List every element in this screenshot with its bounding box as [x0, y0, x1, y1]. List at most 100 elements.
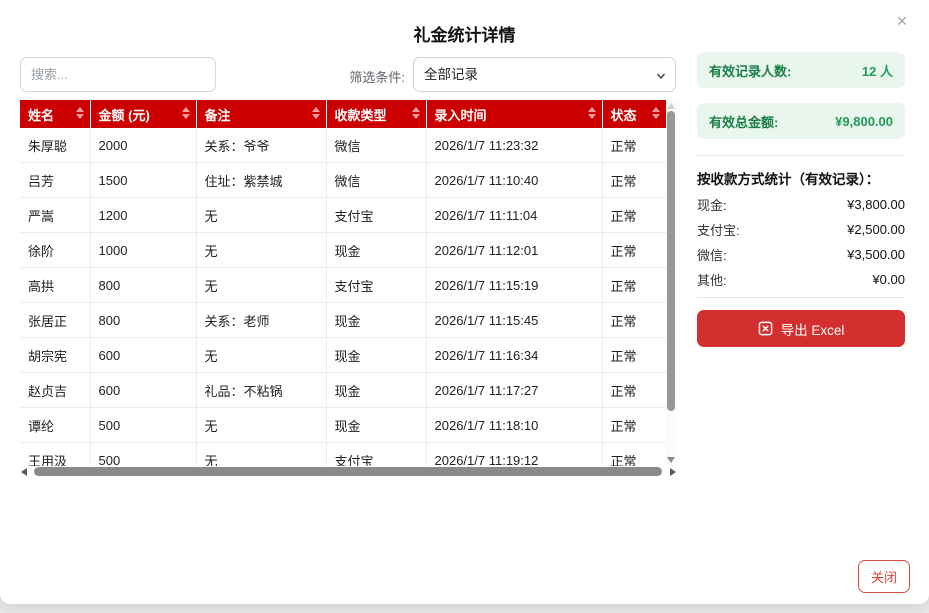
header-name[interactable]: 姓名: [20, 100, 90, 128]
sort-icon: [76, 107, 84, 119]
header-note[interactable]: 备注: [196, 100, 326, 128]
cell-entry-time: 2026/1/7 11:16:34: [426, 338, 602, 373]
filter-select[interactable]: 全部记录: [413, 57, 676, 92]
scroll-left-icon[interactable]: [21, 468, 27, 476]
cell-amount: 500: [90, 408, 196, 443]
header-pay-type[interactable]: 收款类型: [326, 100, 426, 128]
cell-status: 正常: [602, 408, 666, 443]
excel-file-icon: [758, 321, 773, 336]
cell-status: 正常: [602, 303, 666, 338]
header-label: 录入时间: [435, 108, 487, 123]
vertical-scrollbar[interactable]: [666, 100, 677, 466]
valid-total-box: 有效总金额: ¥9,800.00: [697, 103, 905, 139]
cell-note: 无: [196, 408, 326, 443]
table-row: 谭纶 500 无 现金 2026/1/7 11:18:10 正常: [20, 408, 666, 443]
valid-count-value: 12 人: [862, 61, 893, 80]
cell-name: 朱厚聪: [20, 128, 90, 163]
cell-note: 关系：爷爷: [196, 128, 326, 163]
header-label: 姓名: [28, 108, 54, 123]
table-row: 吕芳 1500 住址：紫禁城 微信 2026/1/7 11:10:40 正常: [20, 163, 666, 198]
header-label: 金额 (元): [99, 108, 150, 123]
filter-label: 筛选条件:: [343, 67, 405, 86]
method-row-other: 其他: ¥0.00: [697, 267, 905, 292]
cell-amount: 600: [90, 338, 196, 373]
cell-status: 正常: [602, 163, 666, 198]
cell-name: 胡宗宪: [20, 338, 90, 373]
valid-total-value: ¥9,800.00: [835, 114, 893, 129]
divider: [697, 297, 905, 298]
method-value: ¥0.00: [872, 272, 905, 287]
cell-amount: 1200: [90, 198, 196, 233]
cell-name: 严嵩: [20, 198, 90, 233]
header-entry-time[interactable]: 录入时间: [426, 100, 602, 128]
valid-total-label: 有效总金额:: [709, 112, 778, 131]
horizontal-scrollbar-thumb[interactable]: [34, 467, 662, 476]
method-value: ¥3,500.00: [847, 247, 905, 262]
cell-pay-type: 支付宝: [326, 198, 426, 233]
header-label: 收款类型: [335, 108, 387, 123]
by-method-title: 按收款方式统计（有效记录）：: [697, 168, 905, 188]
export-excel-button[interactable]: 导出 Excel: [697, 310, 905, 347]
cell-name: 赵贞吉: [20, 373, 90, 408]
table-row: 严嵩 1200 无 支付宝 2026/1/7 11:11:04 正常: [20, 198, 666, 233]
close-icon[interactable]: ×: [891, 10, 913, 32]
table-row: 高拱 800 无 支付宝 2026/1/7 11:15:19 正常: [20, 268, 666, 303]
cell-pay-type: 现金: [326, 233, 426, 268]
records-table: 姓名 金额 (元) 备注 收款类型 录入时间 状态 朱厚聪 2000 关系：爷爷…: [20, 100, 666, 478]
cell-name: 谭纶: [20, 408, 90, 443]
scroll-right-icon[interactable]: [670, 468, 676, 476]
cell-status: 正常: [602, 233, 666, 268]
table-row: 张居正 800 关系：老师 现金 2026/1/7 11:15:45 正常: [20, 303, 666, 338]
cell-amount: 2000: [90, 128, 196, 163]
cell-entry-time: 2026/1/7 11:11:04: [426, 198, 602, 233]
cell-entry-time: 2026/1/7 11:15:45: [426, 303, 602, 338]
search-input[interactable]: [20, 57, 216, 92]
page-title: 礼金统计详情: [0, 21, 929, 46]
header-label: 状态: [611, 108, 637, 123]
scroll-up-icon[interactable]: [667, 103, 675, 109]
method-label: 现金:: [697, 195, 727, 214]
header-amount[interactable]: 金额 (元): [90, 100, 196, 128]
sort-icon: [412, 107, 420, 119]
cell-entry-time: 2026/1/7 11:18:10: [426, 408, 602, 443]
cell-pay-type: 微信: [326, 128, 426, 163]
cell-status: 正常: [602, 268, 666, 303]
cell-amount: 600: [90, 373, 196, 408]
gift-stats-dialog: 礼金统计详情 × 筛选条件: 全部记录 姓名 金额 (元) 备注 收款类型 录入…: [0, 0, 929, 604]
cell-entry-time: 2026/1/7 11:23:32: [426, 128, 602, 163]
header-label: 备注: [205, 108, 231, 123]
table-row: 朱厚聪 2000 关系：爷爷 微信 2026/1/7 11:23:32 正常: [20, 128, 666, 163]
cell-entry-time: 2026/1/7 11:10:40: [426, 163, 602, 198]
cell-pay-type: 微信: [326, 163, 426, 198]
cell-note: 无: [196, 233, 326, 268]
cell-amount: 800: [90, 303, 196, 338]
cell-name: 徐阶: [20, 233, 90, 268]
cell-status: 正常: [602, 373, 666, 408]
cell-note: 无: [196, 268, 326, 303]
cell-entry-time: 2026/1/7 11:17:27: [426, 373, 602, 408]
cell-note: 住址：紫禁城: [196, 163, 326, 198]
cell-status: 正常: [602, 198, 666, 233]
cell-status: 正常: [602, 128, 666, 163]
table-row: 胡宗宪 600 无 现金 2026/1/7 11:16:34 正常: [20, 338, 666, 373]
divider: [697, 155, 905, 156]
table-row: 赵贞吉 600 礼品：不粘锅 现金 2026/1/7 11:17:27 正常: [20, 373, 666, 408]
cell-amount: 1500: [90, 163, 196, 198]
cell-entry-time: 2026/1/7 11:12:01: [426, 233, 602, 268]
cell-name: 高拱: [20, 268, 90, 303]
valid-count-label: 有效记录人数:: [709, 61, 791, 80]
table-header-row: 姓名 金额 (元) 备注 收款类型 录入时间 状态: [20, 100, 666, 128]
method-label: 支付宝:: [697, 220, 740, 239]
sort-icon: [182, 107, 190, 119]
method-value: ¥2,500.00: [847, 222, 905, 237]
close-dialog-button[interactable]: 关闭: [858, 560, 910, 593]
horizontal-scrollbar[interactable]: [20, 466, 677, 478]
method-row-wechat: 微信: ¥3,500.00: [697, 242, 905, 267]
filter-select-wrap: 全部记录: [413, 57, 676, 92]
vertical-scrollbar-thumb[interactable]: [667, 111, 675, 411]
header-status[interactable]: 状态: [602, 100, 666, 128]
method-value: ¥3,800.00: [847, 197, 905, 212]
scroll-down-icon[interactable]: [667, 457, 675, 463]
cell-amount: 1000: [90, 233, 196, 268]
method-row-cash: 现金: ¥3,800.00: [697, 192, 905, 217]
